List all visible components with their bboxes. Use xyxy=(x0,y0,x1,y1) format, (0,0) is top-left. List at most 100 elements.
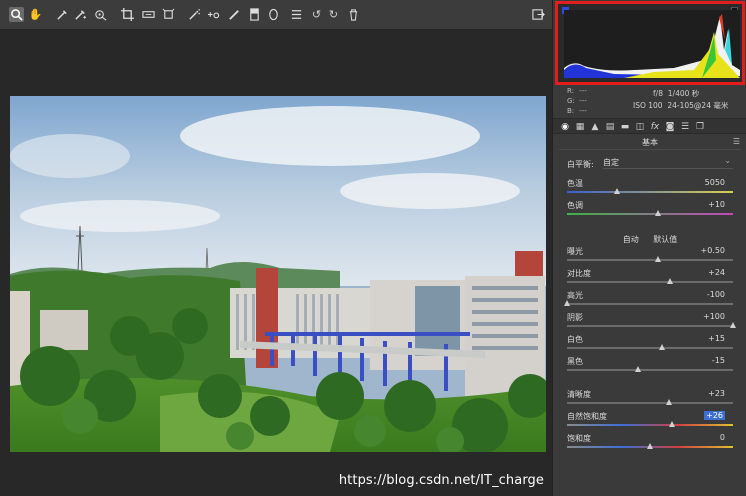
tab-split-toning[interactable]: ▬ xyxy=(619,121,631,133)
slider-temperature[interactable]: 色温 5050 xyxy=(567,178,735,200)
brush-icon[interactable] xyxy=(227,7,242,22)
lens-info: 24-105@24 毫米 xyxy=(667,101,729,110)
tab-lens[interactable]: ◫ xyxy=(634,121,646,133)
slider-track[interactable] xyxy=(567,347,733,349)
rotate-left-icon[interactable]: ↺ xyxy=(309,7,324,22)
slider-thumb[interactable] xyxy=(666,278,673,284)
spot-removal-icon[interactable] xyxy=(187,7,202,22)
slider-thumb[interactable] xyxy=(634,366,641,372)
crop-icon[interactable] xyxy=(120,7,135,22)
slider-track[interactable] xyxy=(567,424,733,426)
slider-value[interactable]: 0 xyxy=(720,433,725,442)
eyedropper-plus-icon[interactable] xyxy=(73,7,88,22)
slider-thumb[interactable] xyxy=(655,256,662,262)
auto-default-row: 自动 默认值 xyxy=(553,234,746,245)
slider-thumb[interactable] xyxy=(659,344,666,350)
tab-presets[interactable]: ☰ xyxy=(679,121,691,133)
white-balance-select[interactable]: 自定 ⌄ xyxy=(603,156,733,169)
slider-track[interactable] xyxy=(567,213,733,215)
divider xyxy=(559,149,741,150)
slider-contrast[interactable]: 对比度 +24 xyxy=(567,268,735,290)
slider-track[interactable] xyxy=(567,369,733,371)
exif-info: f/8 1/400 秒 ISO 100 24-105@24 毫米 xyxy=(633,88,728,112)
slider-whites[interactable]: 白色 +15 xyxy=(567,334,735,356)
aperture: f/8 xyxy=(653,89,663,98)
level-icon[interactable] xyxy=(141,7,156,22)
slider-track[interactable] xyxy=(567,303,733,305)
slider-value[interactable]: -15 xyxy=(712,356,725,365)
slider-saturation[interactable]: 饱和度 0 xyxy=(567,433,735,455)
section-title: 基本 xyxy=(642,138,658,147)
slider-exposure[interactable]: 曝光 +0.50 xyxy=(567,246,735,268)
default-button[interactable]: 默认值 xyxy=(653,235,677,244)
slider-thumb[interactable] xyxy=(564,300,570,306)
slider-track[interactable] xyxy=(567,281,733,283)
slider-label: 对比度 xyxy=(567,269,591,278)
slider-label: 饱和度 xyxy=(567,434,591,443)
tab-detail[interactable]: ▲ xyxy=(589,121,601,133)
panel-menu-icon[interactable]: ☰ xyxy=(733,137,740,146)
slider-thumb[interactable] xyxy=(730,322,736,328)
slider-value[interactable]: +26 xyxy=(704,411,725,420)
transform-icon[interactable] xyxy=(161,7,176,22)
r-value: --- xyxy=(579,87,587,95)
slider-highlights[interactable]: 高光 -100 xyxy=(564,290,735,312)
slider-track[interactable] xyxy=(567,259,733,261)
slider-thumb[interactable] xyxy=(613,188,620,194)
histogram xyxy=(555,1,745,85)
watermark: https://blog.csdn.net/IT_charge xyxy=(338,473,544,488)
slider-thumb[interactable] xyxy=(655,210,662,216)
photo-preview[interactable] xyxy=(10,96,546,452)
slider-value[interactable]: +24 xyxy=(708,268,725,277)
slider-label: 色调 xyxy=(567,201,583,210)
slider-track[interactable] xyxy=(567,325,733,327)
slider-label: 色温 xyxy=(567,179,583,188)
tab-hsl[interactable]: ▤ xyxy=(604,121,616,133)
slider-value[interactable]: 5050 xyxy=(705,178,725,187)
tab-effects[interactable]: fx xyxy=(649,121,661,133)
red-eye-icon[interactable] xyxy=(206,7,221,22)
slider-shadows[interactable]: 阴影 +100 xyxy=(567,312,736,334)
tab-tone-curve[interactable]: ▦ xyxy=(574,121,586,133)
b-value: --- xyxy=(579,107,587,115)
r-label: R: xyxy=(567,87,575,95)
slider-clarity[interactable]: 清晰度 +23 xyxy=(567,389,735,411)
slider-thumb[interactable] xyxy=(647,443,653,449)
slider-value[interactable]: +100 xyxy=(703,312,725,321)
slider-value[interactable]: -100 xyxy=(707,290,725,299)
slider-label: 白色 xyxy=(567,335,583,344)
target-icon[interactable] xyxy=(93,7,108,22)
slider-value[interactable]: +0.50 xyxy=(700,246,725,255)
radial-filter-icon[interactable] xyxy=(266,7,281,22)
slider-thumb[interactable] xyxy=(668,421,675,427)
rotate-right-icon[interactable]: ↻ xyxy=(326,7,341,22)
slider-label: 黑色 xyxy=(567,357,583,366)
magnifier-icon[interactable] xyxy=(9,7,24,22)
tab-camera-calibration[interactable]: ◙ xyxy=(664,121,676,133)
slider-label: 阴影 xyxy=(567,313,583,322)
slider-thumb[interactable] xyxy=(666,399,673,405)
graduated-filter-icon[interactable] xyxy=(247,7,262,22)
fullscreen-icon[interactable] xyxy=(531,7,546,22)
slider-track[interactable] xyxy=(567,191,733,193)
chevron-down-icon: ⌄ xyxy=(724,156,731,165)
tab-basic[interactable]: ◉ xyxy=(559,121,571,133)
slider-blacks[interactable]: 黑色 -15 xyxy=(567,356,735,378)
auto-button[interactable]: 自动 xyxy=(623,235,639,244)
slider-value[interactable]: +15 xyxy=(708,334,725,343)
slider-vibrance[interactable]: 自然饱和度 +26 xyxy=(567,411,735,433)
hand-icon[interactable]: ✋ xyxy=(28,7,43,22)
canvas-area[interactable]: https://blog.csdn.net/IT_charge xyxy=(0,30,552,496)
slider-label: 清晰度 xyxy=(567,390,591,399)
slider-track[interactable] xyxy=(567,402,733,404)
list-icon[interactable] xyxy=(289,7,304,22)
rgb-readout: R: --- G: --- B: --- xyxy=(567,86,589,116)
g-value: --- xyxy=(579,97,587,105)
trash-icon[interactable] xyxy=(346,7,361,22)
eyedropper-icon[interactable] xyxy=(55,7,70,22)
slider-tint[interactable]: 色调 +10 xyxy=(567,200,735,222)
slider-value[interactable]: +10 xyxy=(708,200,725,209)
g-label: G: xyxy=(567,97,575,105)
slider-value[interactable]: +23 xyxy=(708,389,725,398)
tab-snapshots[interactable]: ❐ xyxy=(694,121,706,133)
